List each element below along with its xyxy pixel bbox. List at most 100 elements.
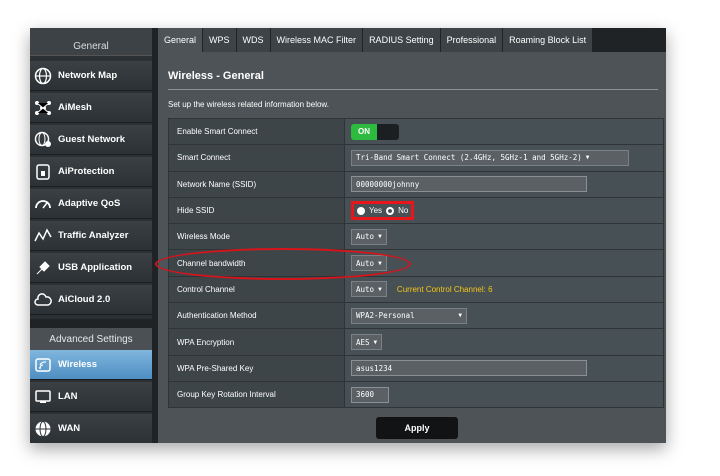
page-description: Set up the wireless related information …: [168, 100, 329, 109]
lock-icon: [33, 162, 53, 182]
tab-wps[interactable]: WPS: [203, 28, 237, 52]
tab-roaming-block-list[interactable]: Roaming Block List: [503, 28, 594, 52]
setting-label: Authentication Method: [168, 302, 345, 330]
setting-label: WPA Encryption: [168, 328, 345, 356]
select-value: Auto: [356, 284, 375, 294]
group-key-interval-input[interactable]: 3600: [351, 386, 389, 403]
setting-label: Enable Smart Connect: [168, 117, 345, 146]
sidebar-item-label: Adaptive QoS: [58, 198, 121, 209]
table-row: WPA Pre-Shared Key asus1234: [168, 354, 664, 382]
sidebar-item-lan[interactable]: LAN: [30, 382, 152, 412]
setting-label: Channel bandwidth: [168, 249, 345, 277]
table-row: WPA Encryption AES ▼: [168, 328, 664, 356]
smart-connect-toggle[interactable]: ON: [351, 123, 399, 140]
sidebar-item-label: Guest Network: [58, 134, 126, 145]
chevron-down-icon: ▼: [378, 233, 382, 241]
chevron-down-icon: ▼: [378, 285, 382, 293]
router-admin-window: General Network Map AiMesh Guest Network…: [30, 28, 666, 443]
sidebar-gap: [30, 319, 152, 328]
sidebar-item-adaptive-qos[interactable]: Adaptive QoS: [30, 189, 152, 219]
table-row: Hide SSID Yes No: [168, 196, 664, 225]
radio-no-label: No: [398, 206, 409, 216]
ssid-input[interactable]: 00000000johnny: [351, 176, 587, 193]
select-value: WPA2-Personal: [356, 311, 415, 321]
speedometer-icon: [33, 194, 53, 214]
sidebar-item-wan[interactable]: WAN: [30, 414, 152, 443]
smart-connect-select[interactable]: Tri-Band Smart Connect (2.4GHz, 5GHz-1 a…: [351, 149, 629, 166]
setting-label: Group Key Rotation Interval: [168, 380, 345, 409]
toggle-on-label: ON: [351, 123, 377, 140]
table-row: Group Key Rotation Interval 3600: [168, 380, 664, 409]
table-row: Enable Smart Connect ON: [168, 117, 664, 146]
sidebar-item-label: WAN: [58, 423, 81, 434]
table-row: Control Channel Auto ▼ Current Control C…: [168, 275, 664, 304]
auth-method-select[interactable]: WPA2-Personal ▼: [351, 307, 467, 324]
sidebar-item-usb-application[interactable]: USB Application: [30, 253, 152, 283]
sidebar-item-traffic-analyzer[interactable]: Traffic Analyzer: [30, 221, 152, 251]
select-value: Auto: [356, 258, 375, 268]
select-value: Tri-Band Smart Connect (2.4GHz, 5GHz-1 a…: [356, 153, 582, 163]
radio-no[interactable]: [386, 206, 395, 215]
sidebar-item-aiprotection[interactable]: AiProtection: [30, 157, 152, 187]
radio-yes-label: Yes: [369, 206, 383, 216]
mesh-icon: [33, 98, 53, 118]
puzzle-icon: [33, 258, 53, 278]
select-value: Auto: [356, 232, 375, 242]
sidebar-item-label: Traffic Analyzer: [58, 230, 129, 241]
tab-wds[interactable]: WDS: [236, 28, 271, 52]
sidebar-item-aicloud[interactable]: AiCloud 2.0: [30, 285, 152, 315]
page-title: Wireless - General: [168, 70, 264, 82]
chevron-down-icon: ▼: [458, 312, 462, 320]
lan-icon: [33, 387, 53, 407]
encryption-select[interactable]: AES ▼: [351, 334, 383, 351]
table-row: Channel bandwidth Auto ▼: [168, 249, 664, 277]
sidebar-item-label: LAN: [58, 391, 78, 402]
sidebar-item-guest-network[interactable]: Guest Network: [30, 125, 152, 155]
channel-bandwidth-select[interactable]: Auto ▼: [351, 255, 387, 272]
sidebar-item-label: Wireless: [58, 359, 97, 370]
psk-input[interactable]: asus1234: [351, 360, 587, 377]
sidebar-item-aimesh[interactable]: AiMesh: [30, 93, 152, 123]
globe-icon: [33, 66, 53, 86]
chevron-down-icon: ▼: [585, 154, 590, 162]
control-channel-select[interactable]: Auto ▼: [351, 281, 387, 298]
wireless-mode-select[interactable]: Auto ▼: [351, 228, 387, 245]
sidebar-item-network-map[interactable]: Network Map: [30, 61, 152, 91]
chevron-down-icon: ▼: [373, 338, 378, 346]
setting-label: WPA Pre-Shared Key: [168, 354, 345, 382]
tab-radius-setting[interactable]: RADIUS Setting: [363, 28, 441, 52]
sidebar-item-label: AiProtection: [58, 166, 115, 177]
hide-ssid-radio-group: Yes No: [351, 201, 415, 221]
radio-yes[interactable]: [357, 206, 365, 215]
sidebar-general-header: General: [30, 28, 152, 56]
title-divider: [168, 89, 658, 90]
table-row: Smart Connect Tri-Band Smart Connect (2.…: [168, 144, 664, 172]
cloud-icon: [33, 290, 53, 310]
wireless-icon: [33, 355, 53, 375]
tab-bar: General WPS WDS Wireless MAC Filter RADI…: [158, 28, 666, 52]
sidebar-item-label: AiCloud 2.0: [58, 294, 111, 305]
sidebar-item-label: USB Application: [58, 262, 133, 273]
settings-table: Enable Smart Connect ON Smart Connect Tr…: [168, 117, 664, 409]
setting-label: Control Channel: [168, 275, 345, 304]
current-control-channel: Current Control Channel: 6: [396, 284, 493, 294]
table-row: Authentication Method WPA2-Personal ▼: [168, 302, 664, 330]
table-row: Wireless Mode Auto ▼: [168, 223, 664, 251]
sidebar-advanced-header: Advanced Settings: [30, 328, 152, 350]
traffic-analyzer-icon: [33, 226, 53, 246]
select-value: AES: [356, 337, 370, 347]
sidebar-item-label: AiMesh: [58, 102, 92, 113]
main-content: General WPS WDS Wireless MAC Filter RADI…: [158, 28, 666, 443]
setting-label: Wireless Mode: [168, 223, 345, 251]
setting-label: Network Name (SSID): [168, 170, 345, 198]
sidebar-item-wireless[interactable]: Wireless: [30, 350, 152, 380]
tab-general[interactable]: General: [158, 28, 204, 52]
apply-button[interactable]: Apply: [376, 417, 458, 439]
table-row: Network Name (SSID) 00000000johnny: [168, 170, 664, 198]
toggle-knob: [377, 123, 399, 140]
sidebar: General Network Map AiMesh Guest Network…: [30, 28, 152, 443]
tab-professional[interactable]: Professional: [440, 28, 504, 52]
chevron-down-icon: ▼: [378, 259, 382, 267]
tab-wireless-mac-filter[interactable]: Wireless MAC Filter: [270, 28, 364, 52]
setting-label: Smart Connect: [168, 144, 345, 172]
